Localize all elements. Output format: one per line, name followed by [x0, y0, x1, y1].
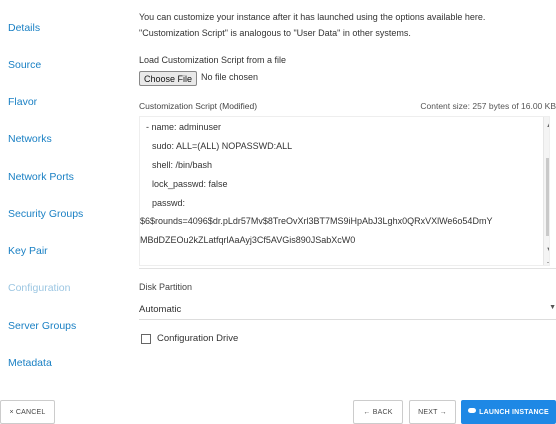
- customization-script-textarea[interactable]: - name: adminuser sudo: ALL=(ALL) NOPASS…: [139, 116, 550, 266]
- content-size-text: Content size: 257 bytes of 16.00 KB: [420, 101, 556, 111]
- configuration-drive-checkbox[interactable]: [141, 334, 151, 344]
- configuration-drive-label[interactable]: Configuration Drive: [157, 333, 238, 344]
- disk-partition-select[interactable]: Automatic ▼: [139, 300, 556, 320]
- script-line: MBdDZEOu2kZLatfqrlAaAyj3Cf5AVGis890JSabX…: [140, 235, 356, 245]
- sidebar-item-security-groups[interactable]: Security Groups: [8, 208, 83, 220]
- launch-instance-button[interactable]: LAUNCH INSTANCE: [461, 400, 556, 424]
- script-line: shell: /bin/bash: [152, 160, 213, 170]
- sidebar-item-configuration[interactable]: Configuration: [8, 282, 70, 294]
- chevron-down-icon: ▼: [549, 304, 556, 311]
- next-button[interactable]: NEXT →: [409, 400, 456, 424]
- script-line: lock_passwd: false: [152, 179, 228, 189]
- script-label-row: Customization Script (Modified) Content …: [139, 101, 556, 111]
- disk-partition-value: Automatic: [139, 304, 182, 315]
- sidebar-item-metadata[interactable]: Metadata: [8, 357, 52, 369]
- script-line: $6$rounds=4096$dr.pLdr57Mv$8TreOvXrl3BT7…: [140, 216, 493, 226]
- sidebar-item-key-pair[interactable]: Key Pair: [8, 245, 48, 257]
- script-label: Customization Script (Modified): [139, 101, 258, 111]
- cancel-label: × CANCEL: [9, 408, 46, 416]
- sidebar-item-source[interactable]: Source: [8, 59, 41, 71]
- scroll-up-arrow-icon[interactable]: ▲: [546, 123, 549, 129]
- script-line: sudo: ALL=(ALL) NOPASSWD:ALL: [152, 141, 293, 151]
- disk-partition-label: Disk Partition: [139, 282, 193, 292]
- load-script-label: Load Customization Script from a file: [139, 55, 287, 65]
- choose-file-button[interactable]: Choose File: [139, 71, 198, 86]
- next-label: NEXT →: [418, 408, 447, 416]
- script-line: passwd:: [152, 198, 186, 208]
- cloud-upload-icon: [468, 407, 477, 413]
- scrollbar-thumb[interactable]: [546, 158, 549, 236]
- sidebar-item-networks[interactable]: Networks: [8, 133, 52, 145]
- textarea-scrollbar[interactable]: ▲ ▼: [543, 117, 549, 265]
- sidebar-item-network-ports[interactable]: Network Ports: [8, 171, 74, 183]
- intro-text-line-2: "Customization Script" is analogous to "…: [139, 28, 411, 38]
- sidebar-item-flavor[interactable]: Flavor: [8, 96, 37, 108]
- back-label: ← BACK: [363, 408, 393, 416]
- intro-text-line-1: You can customize your instance after it…: [139, 12, 486, 22]
- launch-label: LAUNCH INSTANCE: [479, 408, 549, 416]
- wizard-sidebar: Details Source Flavor Networks Network P…: [0, 0, 122, 380]
- resize-handle-icon[interactable]: [547, 257, 549, 263]
- sidebar-item-server-groups[interactable]: Server Groups: [8, 320, 76, 332]
- sidebar-item-details[interactable]: Details: [8, 22, 40, 34]
- cancel-button[interactable]: × CANCEL: [0, 400, 55, 424]
- script-line: - name: adminuser: [146, 122, 222, 132]
- back-button[interactable]: ← BACK: [353, 400, 403, 424]
- divider: [139, 268, 556, 269]
- no-file-chosen-text: No file chosen: [201, 72, 259, 82]
- scroll-down-arrow-icon[interactable]: ▼: [546, 247, 549, 253]
- configuration-panel: You can customize your instance after it…: [139, 0, 556, 380]
